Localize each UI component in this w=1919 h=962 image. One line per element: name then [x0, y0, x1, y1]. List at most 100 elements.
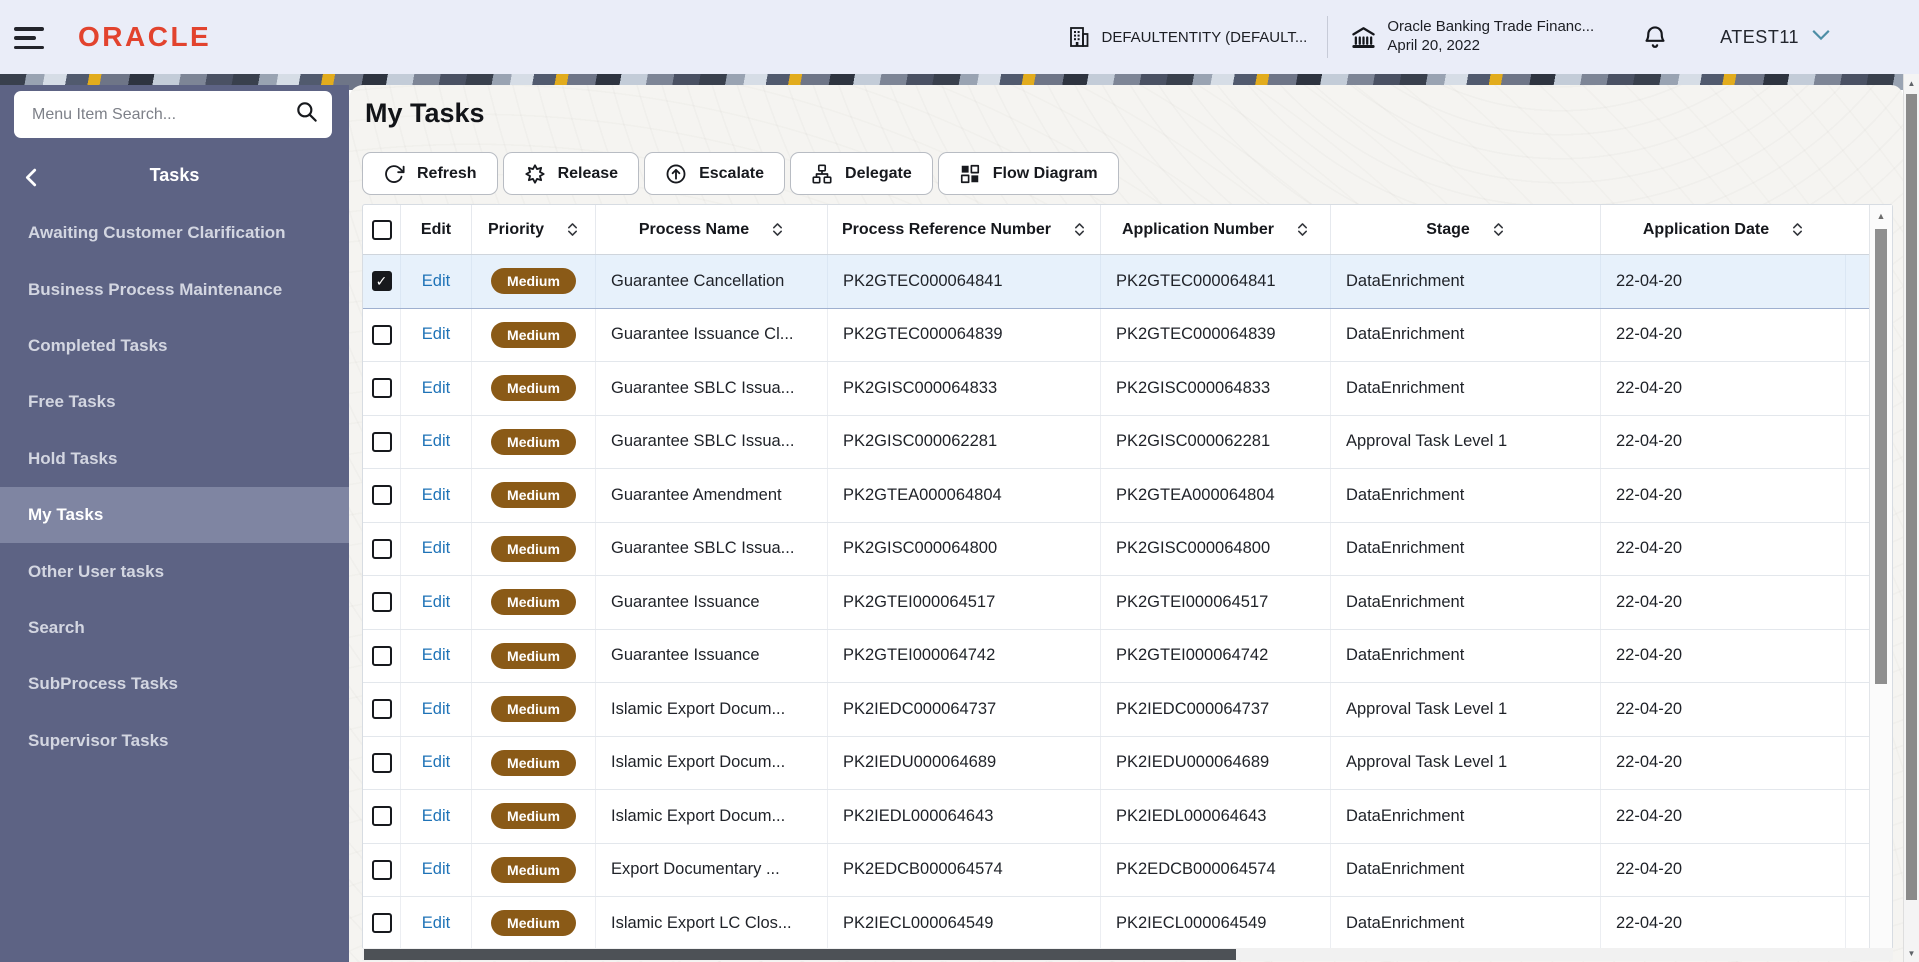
table-row: Edit Medium Islamic Export Docum... PK2IEDU… — [363, 736, 1892, 790]
page-scroll-down-arrow-icon[interactable]: ▼ — [1904, 949, 1919, 958]
sidebar-item-supervisor-tasks[interactable]: Supervisor Tasks — [0, 713, 349, 769]
button-label: Escalate — [699, 164, 765, 182]
edit-link[interactable]: Edit — [422, 914, 450, 933]
row-checkbox[interactable] — [371, 592, 392, 613]
row-checkbox[interactable]: ✓ — [371, 271, 392, 292]
sort-icon[interactable] — [1073, 222, 1086, 237]
process-reference-number: PK2GTEC000064841 — [828, 255, 1101, 308]
back-chevron-icon[interactable] — [24, 168, 37, 192]
sort-icon[interactable] — [1492, 222, 1505, 237]
row-checkbox[interactable] — [371, 538, 392, 559]
page-scroll-thumb[interactable] — [1906, 94, 1917, 900]
refresh-button[interactable]: Refresh — [362, 152, 498, 195]
search-icon[interactable] — [294, 99, 320, 130]
edit-link[interactable]: Edit — [422, 807, 450, 826]
table-row: Edit Medium Islamic Export Docum... PK2IEDC… — [363, 683, 1892, 737]
column-header-process-reference-number[interactable]: Process Reference Number — [828, 205, 1101, 254]
release-button[interactable]: Release — [502, 152, 640, 195]
row-checkbox[interactable] — [371, 699, 392, 720]
row-checkbox[interactable] — [371, 752, 392, 773]
bell-icon[interactable] — [1642, 24, 1668, 50]
horizontal-scrollbar[interactable] — [362, 948, 1893, 961]
sidebar: Tasks Awaiting Customer ClarificationBus… — [0, 85, 349, 962]
page-scroll-up-arrow-icon[interactable]: ▲ — [1904, 74, 1919, 88]
horizontal-scroll-thumb[interactable] — [364, 949, 1236, 960]
edit-link[interactable]: Edit — [422, 272, 450, 291]
priority-badge: Medium — [491, 803, 576, 830]
edit-link[interactable]: Edit — [422, 593, 450, 612]
sidebar-item-business-process-maintenance[interactable]: Business Process Maintenance — [0, 261, 349, 317]
row-checkbox[interactable] — [371, 806, 392, 827]
stage: DataEnrichment — [1331, 790, 1601, 843]
column-label: Priority — [487, 220, 544, 238]
sidebar-item-hold-tasks[interactable]: Hold Tasks — [0, 431, 349, 487]
flow-diagram-icon — [959, 163, 981, 185]
search-input[interactable] — [32, 105, 294, 124]
branch-selector[interactable]: Oracle Banking Trade Financ... April 20,… — [1350, 18, 1594, 56]
edit-link[interactable]: Edit — [422, 432, 450, 451]
priority-badge: Medium — [491, 321, 576, 348]
sidebar-item-my-tasks[interactable]: My Tasks — [0, 486, 349, 544]
application-date: 22-04-20 — [1601, 629, 1846, 682]
sidebar-item-awaiting-customer-clarification[interactable]: Awaiting Customer Clarification — [0, 205, 349, 261]
edit-link[interactable]: Edit — [422, 753, 450, 772]
sidebar-item-completed-tasks[interactable]: Completed Tasks — [0, 318, 349, 374]
stage: DataEnrichment — [1331, 843, 1601, 896]
row-checkbox[interactable] — [371, 324, 392, 345]
sidebar-item-search[interactable]: Search — [0, 600, 349, 656]
process-reference-number: PK2GISC000062281 — [828, 415, 1101, 468]
column-header-priority[interactable]: Priority — [472, 205, 596, 254]
page-vertical-scrollbar[interactable]: ▲ ▼ — [1903, 74, 1919, 962]
priority-badge: Medium — [491, 428, 576, 455]
column-header-stage[interactable]: Stage — [1331, 205, 1601, 254]
table-vertical-scrollbar[interactable]: ▲ — [1869, 205, 1892, 949]
column-label: Stage — [1426, 220, 1470, 238]
column-header-application-date[interactable]: Application Date — [1601, 205, 1846, 254]
table-row: Edit Medium Islamic Export LC Clos... PK2IE… — [363, 897, 1892, 951]
menu-icon[interactable] — [14, 27, 44, 49]
edit-link[interactable]: Edit — [422, 379, 450, 398]
stage: DataEnrichment — [1331, 308, 1601, 361]
edit-link[interactable]: Edit — [422, 539, 450, 558]
application-number: PK2GTEC000064839 — [1101, 308, 1331, 361]
row-checkbox[interactable] — [371, 378, 392, 399]
sort-icon[interactable] — [1296, 222, 1309, 237]
edit-link[interactable]: Edit — [422, 646, 450, 665]
select-all-checkbox[interactable] — [371, 219, 392, 240]
column-label: Process Name — [638, 220, 750, 238]
scroll-up-arrow-icon[interactable]: ▲ — [1870, 205, 1892, 221]
column-header-application-number[interactable]: Application Number — [1101, 205, 1331, 254]
entity-selector[interactable]: DEFAULTENTITY (DEFAULT... — [1067, 25, 1307, 49]
row-checkbox[interactable] — [371, 645, 392, 666]
delegate-button[interactable]: Delegate — [790, 152, 933, 195]
sidebar-item-subprocess-tasks[interactable]: SubProcess Tasks — [0, 656, 349, 712]
bank-name: Oracle Banking Trade Financ... — [1387, 18, 1595, 36]
edit-link[interactable]: Edit — [422, 325, 450, 344]
sidebar-item-free-tasks[interactable]: Free Tasks — [0, 374, 349, 430]
column-header-process-name[interactable]: Process Name — [596, 205, 828, 254]
application-number: PK2EDCB000064574 — [1101, 843, 1331, 896]
edit-link[interactable]: Edit — [422, 860, 450, 879]
menu-search — [14, 91, 332, 138]
edit-link[interactable]: Edit — [422, 700, 450, 719]
column-label: Application Date — [1642, 220, 1770, 238]
sort-icon[interactable] — [566, 222, 579, 237]
entity-label: DEFAULTENTITY (DEFAULT... — [1101, 28, 1308, 46]
table-scroll-thumb[interactable] — [1875, 229, 1887, 684]
sidebar-item-other-user-tasks[interactable]: Other User tasks — [0, 543, 349, 599]
process-reference-number: PK2GISC000064800 — [828, 522, 1101, 575]
row-checkbox[interactable] — [371, 913, 392, 934]
user-menu[interactable]: ATEST11 — [1720, 27, 1831, 48]
priority-badge: Medium — [491, 589, 576, 616]
row-checkbox[interactable] — [371, 431, 392, 452]
sort-icon[interactable] — [771, 222, 784, 237]
row-checkbox[interactable] — [371, 485, 392, 506]
edit-link[interactable]: Edit — [422, 486, 450, 505]
process-reference-number: PK2GISC000064833 — [828, 362, 1101, 415]
sort-icon[interactable] — [1791, 222, 1804, 237]
application-date: 22-04-20 — [1601, 415, 1846, 468]
row-checkbox[interactable] — [371, 859, 392, 880]
flow-diagram-button[interactable]: Flow Diagram — [937, 152, 1119, 195]
escalate-button[interactable]: Escalate — [644, 152, 786, 195]
stage: Approval Task Level 1 — [1331, 736, 1601, 789]
